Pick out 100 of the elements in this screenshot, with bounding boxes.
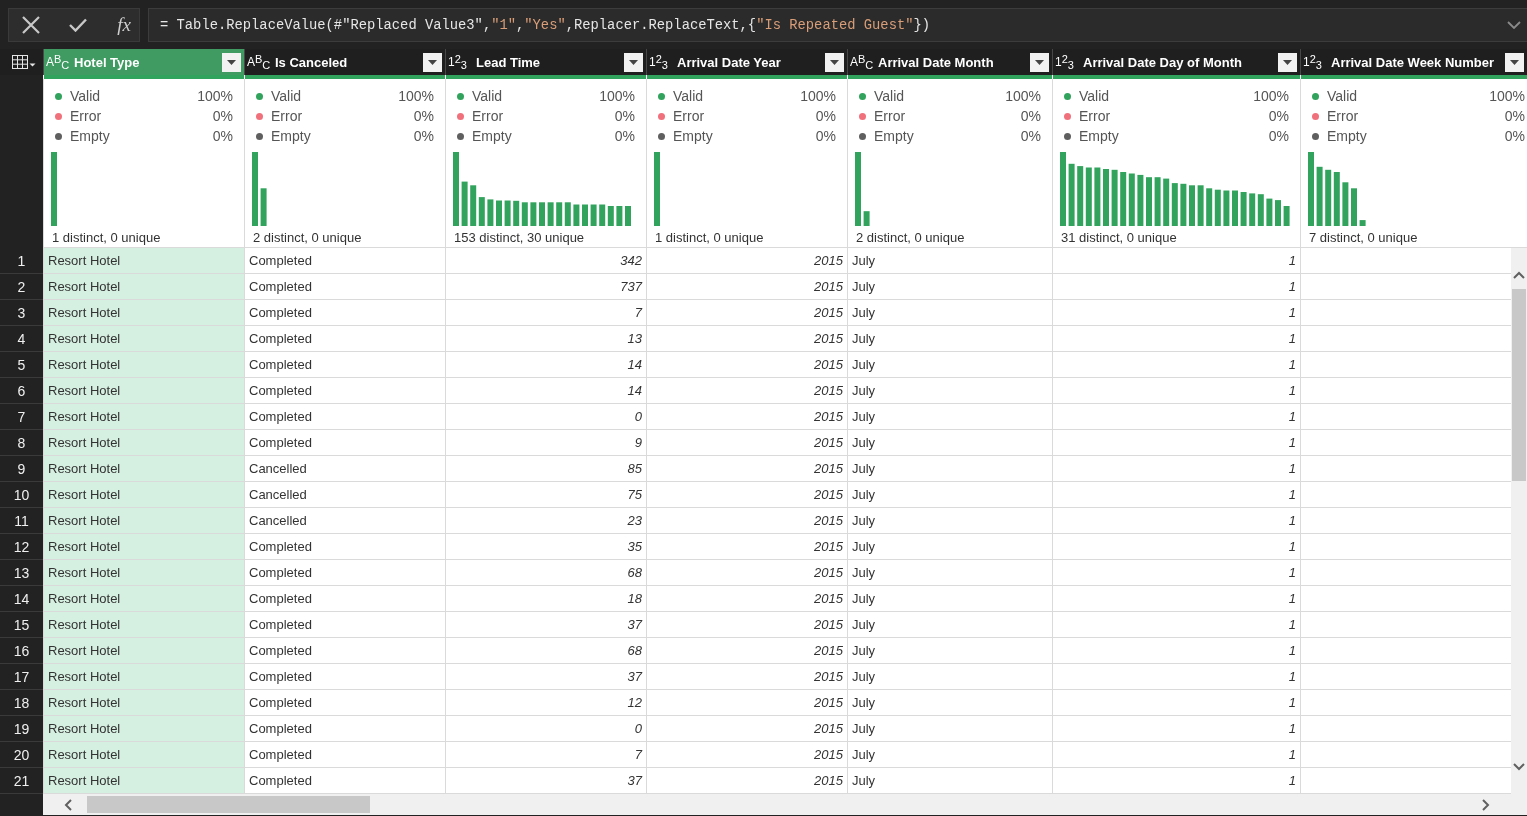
- table-cell: July: [847, 716, 1052, 742]
- table-cell: 2015: [646, 742, 847, 768]
- chevron-down-icon[interactable]: [1513, 763, 1525, 771]
- table-cell: 2015: [646, 768, 847, 794]
- table-cell: Resort Hotel: [43, 716, 244, 742]
- table-cell: 7: [445, 300, 646, 326]
- table-cell: 13: [445, 326, 646, 352]
- table-cell: July: [847, 586, 1052, 612]
- table-cell: Completed: [244, 274, 445, 300]
- caret-icon: [1035, 59, 1044, 65]
- table-cell: 1: [1052, 586, 1300, 612]
- scrollbar-thumb[interactable]: [1512, 289, 1526, 481]
- column-dropdown-button[interactable]: [825, 52, 844, 72]
- table-cell: 2015: [646, 326, 847, 352]
- table-cell: 2015: [646, 716, 847, 742]
- vertical-scrollbar[interactable]: [1511, 248, 1527, 794]
- table-cell: 68: [445, 560, 646, 586]
- stat-label: Valid: [472, 88, 503, 104]
- table-cell: 9: [445, 430, 646, 456]
- chevron-down-icon[interactable]: [1507, 21, 1521, 29]
- table-cell: Completed: [244, 404, 445, 430]
- stat-label: Error: [271, 108, 303, 124]
- table-cell: Completed: [244, 742, 445, 768]
- table-cell: July: [847, 352, 1052, 378]
- stat-value: 0%: [212, 108, 233, 124]
- stat-value: 0%: [815, 108, 836, 124]
- table-cell: 2015: [646, 248, 847, 274]
- check-icon[interactable]: [68, 18, 87, 32]
- table-cell: July: [847, 534, 1052, 560]
- table-cell: 1: [1052, 300, 1300, 326]
- stat-value: 0%: [1020, 108, 1041, 124]
- table-cell: 2015: [646, 638, 847, 664]
- table-cell: 1: [1052, 378, 1300, 404]
- table-cell: Resort Hotel: [43, 664, 244, 690]
- table-cell: Cancelled: [244, 482, 445, 508]
- table-cell: Completed: [244, 768, 445, 794]
- stat-value: 0%: [614, 128, 635, 144]
- chevron-left-icon[interactable]: [64, 798, 72, 811]
- stat-label: Error: [1327, 108, 1359, 124]
- column-profile-summary: 1 distinct, 0 unique: [654, 230, 765, 246]
- stat-label: Error: [1079, 108, 1111, 124]
- table-cell: Resort Hotel: [43, 274, 244, 300]
- table-cell: 2015: [646, 352, 847, 378]
- table-menu-icon[interactable]: [12, 55, 36, 69]
- column-dropdown-button[interactable]: [222, 52, 241, 72]
- table-cell: 1: [1052, 326, 1300, 352]
- column-dropdown-button[interactable]: [1505, 52, 1524, 72]
- table-cell: 1: [1052, 430, 1300, 456]
- scrollbar-thumb[interactable]: [87, 796, 370, 813]
- table-cell: 2015: [646, 534, 847, 560]
- table-cell: Resort Hotel: [43, 742, 244, 768]
- table-cell: 1: [1052, 352, 1300, 378]
- caret-icon: [227, 59, 236, 65]
- table-cell: July: [847, 430, 1052, 456]
- chevron-right-icon[interactable]: [1482, 798, 1490, 811]
- table-cell: Completed: [244, 638, 445, 664]
- stat-value: 100%: [1489, 88, 1525, 104]
- column-dropdown-button[interactable]: [624, 52, 643, 72]
- table-cell: Completed: [244, 378, 445, 404]
- table-cell: Completed: [244, 690, 445, 716]
- table-cell: 1: [1052, 742, 1300, 768]
- stat-label: Valid: [70, 88, 101, 104]
- stat-label: Empty: [472, 128, 512, 144]
- table-cell: 75: [445, 482, 646, 508]
- stat-label: Valid: [673, 88, 704, 104]
- stat-label: Empty: [1079, 128, 1119, 144]
- table-cell: Resort Hotel: [43, 456, 244, 482]
- table-cell: Completed: [244, 716, 445, 742]
- stat-value: 0%: [1268, 108, 1289, 124]
- table-cell: 1: [1052, 534, 1300, 560]
- caret-icon: [1283, 59, 1292, 65]
- table-cell: 1: [1052, 716, 1300, 742]
- column-name: Arrival Date Year: [677, 54, 781, 70]
- close-icon[interactable]: [21, 16, 40, 34]
- formula-field[interactable]: = Table.ReplaceValue(#"Replaced Value3","1","Yes",Replacer.ReplaceText,{"Is Repeated Guest"}): [148, 8, 1527, 42]
- horizontal-scrollbar[interactable]: [43, 794, 1527, 815]
- table-cell: Resort Hotel: [43, 508, 244, 534]
- table-cell: 0: [445, 404, 646, 430]
- column-dropdown-button[interactable]: [1030, 52, 1049, 72]
- table-cell: 2015: [646, 482, 847, 508]
- column-dropdown-button[interactable]: [1278, 52, 1297, 72]
- table-cell: 1: [1052, 690, 1300, 716]
- table-cell: Resort Hotel: [43, 352, 244, 378]
- caret-icon: [1510, 59, 1519, 65]
- table-cell: Cancelled: [244, 456, 445, 482]
- column-profile-summary: 31 distinct, 0 unique: [1060, 230, 1178, 246]
- stat-label: Error: [874, 108, 906, 124]
- table-cell: July: [847, 378, 1052, 404]
- stat-label: Error: [472, 108, 504, 124]
- chevron-up-icon[interactable]: [1513, 271, 1525, 279]
- column-name: Arrival Date Month: [878, 54, 994, 70]
- table-cell: 1: [1052, 612, 1300, 638]
- column-profile-summary: 7 distinct, 0 unique: [1308, 230, 1419, 246]
- column-dropdown-button[interactable]: [423, 52, 442, 72]
- stat-value: 100%: [1253, 88, 1289, 104]
- table-cell: 85: [445, 456, 646, 482]
- stat-label: Valid: [1079, 88, 1110, 104]
- table-cell: Resort Hotel: [43, 482, 244, 508]
- table-cell: 68: [445, 638, 646, 664]
- table-cell: July: [847, 508, 1052, 534]
